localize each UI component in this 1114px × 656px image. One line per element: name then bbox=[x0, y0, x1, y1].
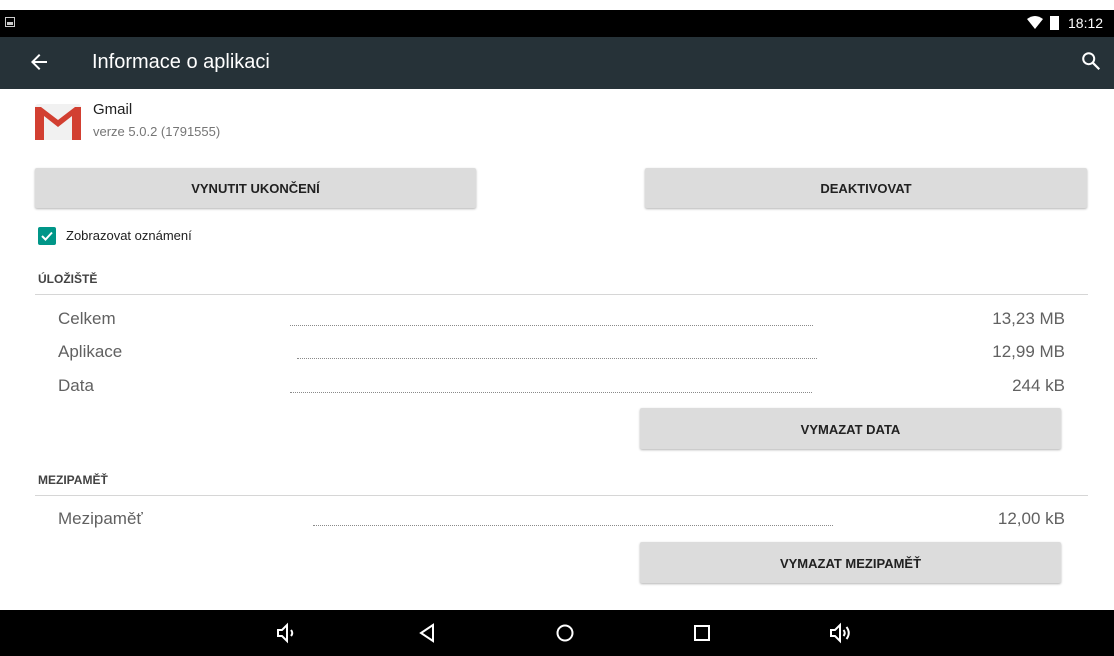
dot-leader bbox=[297, 358, 817, 359]
back-arrow-icon[interactable] bbox=[27, 50, 51, 74]
divider bbox=[35, 495, 1088, 496]
divider bbox=[35, 294, 1088, 295]
cache-label: Mezipaměť bbox=[58, 509, 143, 528]
clear-data-button[interactable]: VYMAZAT DATA bbox=[640, 408, 1061, 449]
search-icon[interactable] bbox=[1080, 50, 1102, 72]
storage-total-value: 13,23 MB bbox=[992, 309, 1065, 328]
storage-data-label: Data bbox=[58, 376, 94, 395]
show-notifications-label: Zobrazovat oznámení bbox=[66, 228, 192, 243]
cache-heading: MEZIPAMĚŤ bbox=[38, 473, 108, 487]
app-name: Gmail bbox=[93, 101, 133, 118]
dot-leader bbox=[290, 325, 813, 326]
back-icon[interactable] bbox=[416, 621, 440, 645]
gmail-app-icon bbox=[35, 104, 81, 140]
home-icon[interactable] bbox=[553, 621, 577, 645]
recent-apps-icon[interactable] bbox=[690, 621, 714, 645]
storage-app-label: Aplikace bbox=[58, 342, 123, 361]
volume-down-icon[interactable] bbox=[275, 621, 299, 645]
wifi-icon bbox=[1027, 16, 1043, 29]
storage-heading: ÚLOŽIŠTĚ bbox=[38, 272, 98, 286]
page-title: Informace o aplikaci bbox=[92, 51, 270, 73]
top-border bbox=[0, 0, 1114, 10]
clear-cache-button[interactable]: VYMAZAT MEZIPAMĚŤ bbox=[640, 542, 1061, 583]
checkmark-icon bbox=[41, 231, 53, 241]
status-time: 18:12 bbox=[1068, 15, 1104, 31]
app-bar: Informace o aplikaci bbox=[0, 37, 1114, 89]
storage-app-value: 12,99 MB bbox=[992, 342, 1065, 361]
image-notification-icon bbox=[5, 17, 15, 27]
dot-leader bbox=[313, 525, 833, 526]
disable-button[interactable]: DEAKTIVOVAT bbox=[645, 168, 1087, 208]
app-version: verze 5.0.2 (1791555) bbox=[93, 124, 221, 139]
navigation-bar bbox=[0, 610, 1114, 656]
show-notifications-checkbox[interactable] bbox=[38, 227, 56, 245]
battery-icon bbox=[1050, 16, 1059, 30]
volume-up-icon[interactable] bbox=[829, 621, 853, 645]
storage-total-label: Celkem bbox=[58, 309, 116, 328]
force-stop-button[interactable]: VYNUTIT UKONČENÍ bbox=[35, 168, 476, 208]
storage-data-value: 244 kB bbox=[1012, 376, 1065, 395]
status-bar: 18:12 bbox=[0, 10, 1114, 37]
cache-value: 12,00 kB bbox=[997, 509, 1065, 528]
dot-leader bbox=[290, 392, 812, 393]
